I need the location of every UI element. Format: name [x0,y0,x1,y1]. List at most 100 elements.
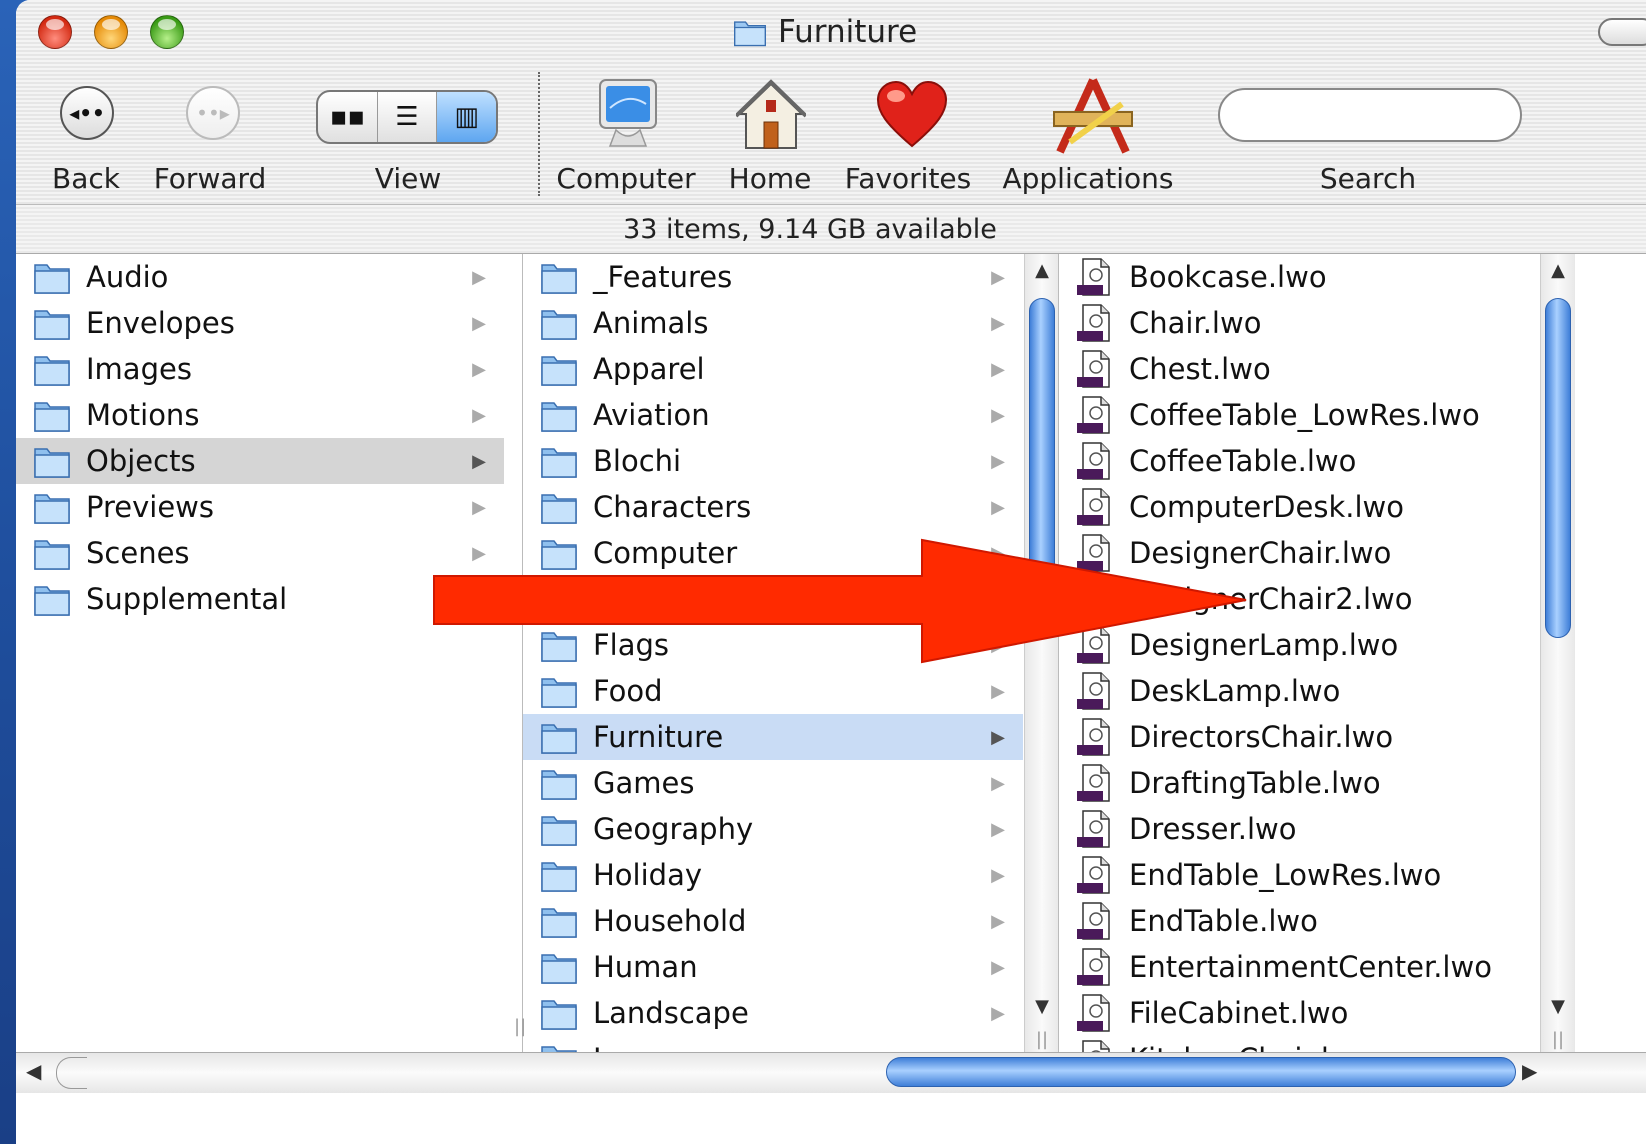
list-item[interactable]: Human ▶ [523,944,1023,990]
icon-view-button[interactable]: ▪▪ [318,92,378,142]
list-item[interactable]: Furniture ▶ [523,714,1023,760]
list-item-label: KitchenChair.lwo [1129,1042,1370,1052]
horizontal-scroll-thumb[interactable] [886,1057,1516,1087]
search-input[interactable] [1218,88,1522,142]
minimize-button[interactable] [94,15,128,49]
title-bar[interactable]: Furniture [16,0,1646,64]
column-3-scrollbar[interactable]: ▲ ▼ || [1540,254,1575,1052]
window-title-group: Furniture [732,12,917,52]
folder-icon [541,1046,577,1052]
list-item[interactable]: DeskLamp.lwo [1059,668,1539,714]
list-item[interactable]: Supplemental ▶ [16,576,504,622]
folder-icon [34,448,70,478]
list-item[interactable]: _Features ▶ [523,254,1023,300]
folder-icon [541,494,577,524]
list-item[interactable]: Geography ▶ [523,806,1023,852]
list-item[interactable]: Envelopes ▶ [16,300,504,346]
scroll-down-arrow-icon[interactable]: ▼ [1025,992,1059,1022]
column-3-scroll-thumb[interactable] [1545,298,1571,638]
favorites-label: Favorites [844,162,972,195]
list-item[interactable]: Dresser.lwo [1059,806,1539,852]
list-item[interactable]: DesignerChair2.lwo [1059,576,1539,622]
browser-column-2[interactable]: _Features ▶ Animals ▶ Apparel ▶ Aviation ▶ Bloch… [522,254,1023,1052]
computer-icon[interactable] [594,78,664,152]
list-item[interactable]: Logos▶ [523,1036,1023,1052]
list-item[interactable]: Household ▶ [523,898,1023,944]
list-item[interactable]: Computer ▶ [523,530,1023,576]
column-view-button[interactable]: ▥ [437,92,496,142]
forward-button[interactable]: ••▸ [186,86,240,140]
favorites-heart-icon[interactable] [876,80,948,150]
list-item-label: EndTable.lwo [1129,904,1318,938]
lightwave-object-file-icon [1077,902,1110,940]
list-item-label: Games [593,766,695,800]
finder-window: Furniture ◂•• Back ••▸ Forward ▪▪ ☰ ▥ Vi… [16,0,1646,1144]
list-item[interactable]: CoffeeTable_LowRes.lwo [1059,392,1539,438]
scroll-up-arrow-icon[interactable]: ▲ [1025,256,1059,286]
list-item-label: FileCabinet.lwo [1129,996,1349,1030]
list-item[interactable]: CoffeeTable.lwo [1059,438,1539,484]
column-resize-grip-icon[interactable]: || [514,1016,526,1037]
list-item[interactable]: Motions ▶ [16,392,504,438]
list-item[interactable]: DirectorsChair.lwo [1059,714,1539,760]
view-label: View [374,162,442,195]
zoom-button[interactable] [150,15,184,49]
applications-icon[interactable] [1050,78,1136,154]
scroll-track-cap [56,1057,87,1089]
list-item[interactable]: Apparel ▶ [523,346,1023,392]
scroll-up-arrow-icon[interactable]: ▲ [1541,256,1575,286]
view-segmented-control[interactable]: ▪▪ ☰ ▥ [316,90,498,144]
list-item[interactable]: Animals ▶ [523,300,1023,346]
lightwave-object-file-icon [1077,626,1110,664]
list-item[interactable]: Landscape ▶ [523,990,1023,1036]
horizontal-scrollbar[interactable]: ◀ ▶ [16,1052,1646,1093]
list-item[interactable]: Bookcase.lwo [1059,254,1539,300]
back-button[interactable]: ◂•• [60,86,114,140]
list-item[interactable]: Characters ▶ [523,484,1023,530]
scroll-down-arrow-icon[interactable]: ▼ [1541,992,1575,1022]
folder-icon [34,310,70,340]
toolbar-toggle-button[interactable] [1598,18,1646,46]
lightwave-object-file-icon [1077,304,1110,342]
column-2-scroll-thumb[interactable] [1029,298,1055,618]
list-item-label: Flags [593,628,670,662]
close-button[interactable] [38,15,72,49]
list-item[interactable]: Food ▶ [523,668,1023,714]
list-item[interactable]: ComputerDesk.lwo [1059,484,1539,530]
list-item[interactable]: Audio ▶ [16,254,504,300]
list-item[interactable]: DraftingTable.lwo [1059,760,1539,806]
list-item[interactable]: Electronics ▶ [523,576,1023,622]
list-item[interactable]: EndTable.lwo [1059,898,1539,944]
list-item-label: Chest.lwo [1129,352,1271,386]
list-item[interactable]: Aviation ▶ [523,392,1023,438]
lightwave-object-file-icon [1077,350,1110,388]
list-item[interactable]: Holiday ▶ [523,852,1023,898]
list-item[interactable]: Scenes ▶ [16,530,504,576]
column-2-scrollbar[interactable]: ▲ ▼ || [1024,254,1059,1052]
back-arrow-icon: ◂•• [69,101,105,125]
list-item[interactable]: Chest.lwo [1059,346,1539,392]
column-resize-grip-icon[interactable]: || [1025,1029,1059,1050]
list-item[interactable]: DesignerChair.lwo [1059,530,1539,576]
list-item[interactable]: FileCabinet.lwo [1059,990,1539,1036]
list-item[interactable]: DesignerLamp.lwo [1059,622,1539,668]
list-item[interactable]: KitchenChair.lwo [1059,1036,1539,1052]
home-icon[interactable] [736,78,806,152]
list-item[interactable]: Objects ▶ [16,438,504,484]
column-resize-grip-icon[interactable]: || [1541,1029,1575,1050]
list-item[interactable]: EndTable_LowRes.lwo [1059,852,1539,898]
list-item-label: Previews [86,490,214,524]
browser-column-3[interactable]: Bookcase.lwo Chair.lwo Chest.lwo CoffeeTabl… [1058,254,1539,1052]
list-item[interactable]: Previews ▶ [16,484,504,530]
list-view-button[interactable]: ☰ [378,92,438,142]
lightwave-object-file-icon [1077,258,1110,296]
list-item[interactable]: Games ▶ [523,760,1023,806]
scroll-left-arrow-icon[interactable]: ◀ [26,1059,41,1083]
list-item[interactable]: Blochi ▶ [523,438,1023,484]
scroll-right-arrow-icon[interactable]: ▶ [1522,1059,1537,1083]
list-item[interactable]: Chair.lwo [1059,300,1539,346]
list-item[interactable]: Images ▶ [16,346,504,392]
browser-column-1[interactable]: Audio ▶ Envelopes ▶ Images ▶ Motions ▶ Objects ▶ P… [16,254,504,1052]
list-item[interactable]: Flags ▶ [523,622,1023,668]
list-item[interactable]: EntertainmentCenter.lwo [1059,944,1539,990]
